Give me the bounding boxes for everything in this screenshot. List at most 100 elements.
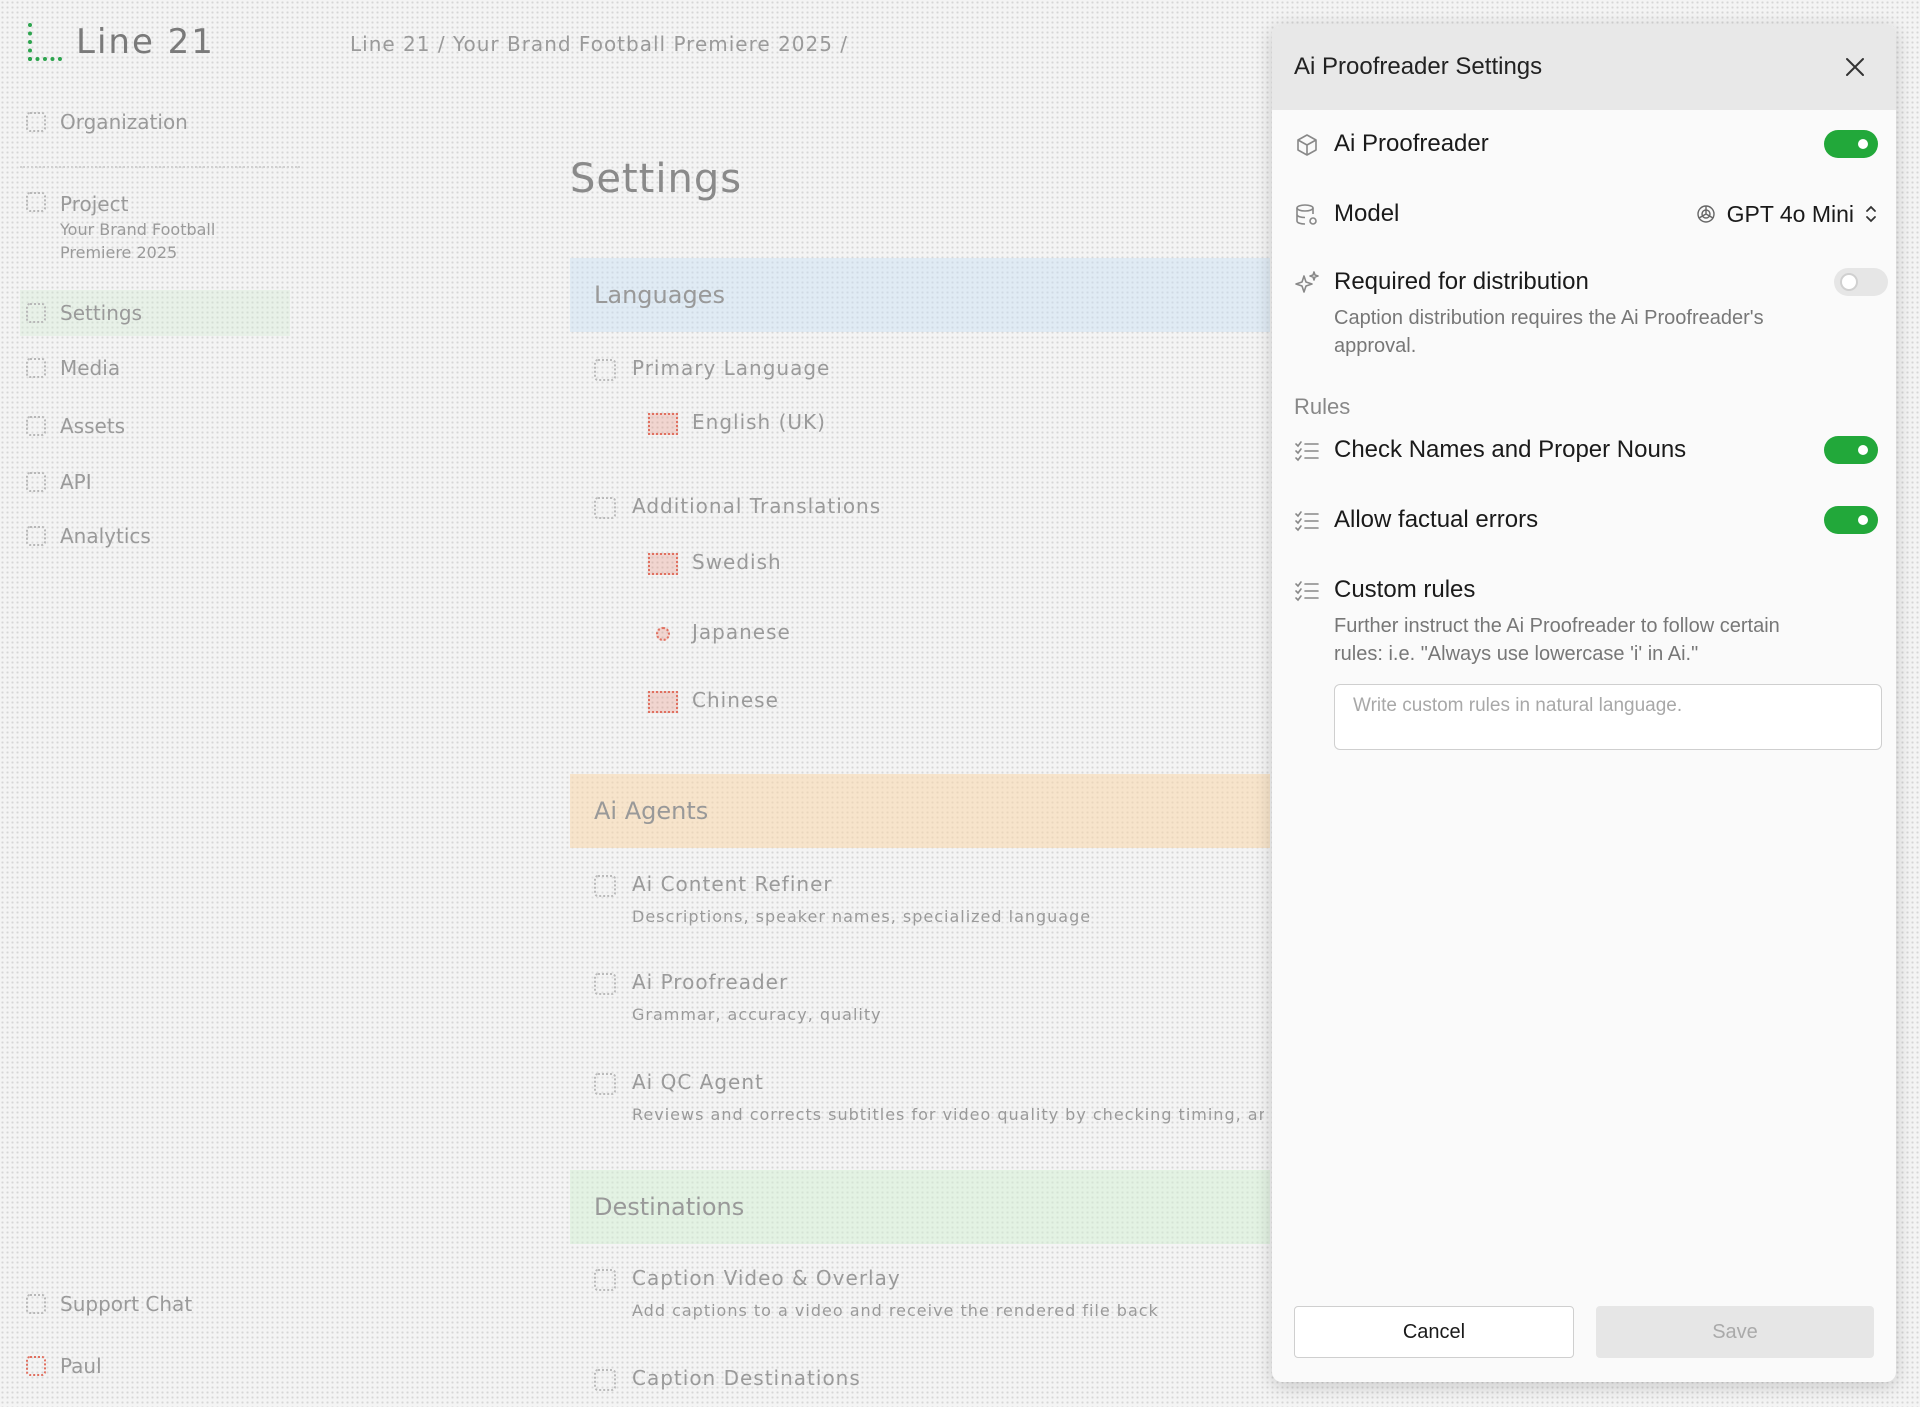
custom-rules-input[interactable] [1334,684,1882,750]
row-label: Ai Proofreader [632,970,789,994]
sidebar-item-api[interactable]: API [26,470,92,494]
section-destinations[interactable]: Destinations [570,1170,1270,1244]
page-title: Settings [570,156,743,202]
breadcrumb[interactable]: Line 21 / Your Brand Football Premiere 2… [350,32,848,56]
translation-item: Japanese [648,620,791,644]
sidebar-item-analytics[interactable]: Analytics [26,524,151,548]
dialog-header: Ai Proofreader Settings [1272,24,1896,110]
sidebar-support-chat[interactable]: Support Chat [26,1292,192,1316]
section-title: Ai Agents [594,797,709,825]
checklist-icon [1295,581,1319,602]
database-gear-icon [1296,204,1317,225]
toggle-knob [1854,511,1872,529]
save-button[interactable]: Save [1596,1306,1874,1358]
support-label: Support Chat [60,1292,193,1316]
media-icon [26,358,46,378]
section-languages[interactable]: Languages [570,258,1270,332]
code-icon [26,472,46,492]
chat-icon [26,1294,46,1314]
checklist-icon [1295,441,1319,462]
model-label: Model [1334,200,1400,227]
required-distribution-description: Caption distribution requires the Ai Pro… [1334,307,1764,357]
required-distribution-toggle[interactable] [1834,268,1888,296]
rule-label: Allow factual errors [1334,506,1539,533]
model-value: GPT 4o Mini [1726,200,1854,227]
agent-row[interactable]: Ai Content Refiner Descriptions, speaker… [594,872,1091,926]
language-label: Chinese [692,688,779,712]
checklist-icon [1295,511,1319,532]
sidebar-item-assets[interactable]: Assets [26,414,125,438]
avatar [26,1356,46,1376]
toggle-knob [1854,135,1872,153]
destination-icon [594,1268,616,1291]
destination-icon [594,1368,616,1391]
row-description: Reviews and corrects subtitles for video… [632,1104,1264,1124]
agent-icon [594,874,616,897]
sidebar-organization[interactable]: Organization [26,110,188,134]
project-icon [26,192,46,212]
close-icon [1846,58,1864,76]
agent-row[interactable]: Ai Proofreader Grammar, accuracy, qualit… [594,970,882,1024]
line21-logo-icon [28,23,62,61]
proofreader-settings-dialog: Ai Proofreader Settings Ai Proofreader M… [1272,24,1896,1382]
rule-check-names-toggle[interactable] [1824,436,1878,464]
language-label: Japanese [692,620,791,644]
dialog-title: Ai Proofreader Settings [1294,53,1543,80]
destination-row[interactable]: Caption Video & Overlay Add captions to … [594,1266,1159,1320]
row-description: Grammar, accuracy, quality [632,1004,882,1024]
primary-language-value: English (UK) [648,410,826,435]
rules-header: Rules [1294,394,1351,419]
sidebar-project[interactable]: Project Your Brand Football Premiere 202… [26,192,215,262]
file-icon [26,416,46,436]
flag-icon [656,626,670,641]
agent-icon [594,972,616,995]
section-title: Destinations [594,1193,745,1221]
rule-factual-errors-toggle[interactable] [1824,506,1878,534]
chevron-up-down-icon [1866,205,1876,223]
proofreader-label: Ai Proofreader [1334,130,1489,157]
language-label: English (UK) [692,410,826,434]
close-button[interactable] [1838,50,1872,84]
sidebar-divider [20,166,300,168]
cancel-button[interactable]: Cancel [1294,1306,1574,1358]
uk-flag-icon [648,412,678,435]
destination-row[interactable]: Caption Destinations [594,1366,861,1391]
proofreader-toggle[interactable] [1824,130,1878,158]
sidebar-user[interactable]: Paul [26,1354,102,1378]
sidebar-item-label: Settings [60,301,143,325]
row-label: Primary Language [632,356,831,380]
sparkle-icon [1295,271,1319,293]
custom-rules-description: Further instruct the Ai Proofreader to f… [1334,615,1780,665]
row-description: Add captions to a video and receive the … [632,1300,1159,1320]
sidebar-item-settings[interactable]: Settings [20,290,290,336]
sidebar-item-media[interactable]: Media [26,356,120,380]
rule-factual-errors-row: Allow factual errors [1294,506,1878,534]
rule-check-names-row: Check Names and Proper Nouns [1294,436,1878,464]
agent-icon [594,1072,616,1095]
translation-item: Swedish [648,550,782,575]
model-select[interactable]: GPT 4o Mini [1695,201,1878,228]
dialog-footer: Cancel Save [1294,1306,1874,1358]
app-logo[interactable]: Line 21 [28,22,215,62]
toggle-knob [1840,273,1858,291]
gear-icon [26,303,46,323]
section-ai-agents[interactable]: Ai Agents [570,774,1270,848]
cube-icon [1297,134,1317,156]
required-distribution-row: Required for distribution Caption distri… [1294,268,1888,360]
organization-label: Organization [60,110,188,134]
row-label: Additional Translations [632,494,882,518]
project-label: Project [60,192,129,216]
agent-row[interactable]: Ai QC Agent Reviews and corrects subtitl… [594,1070,1264,1124]
sidebar-item-label: API [60,470,92,494]
row-label: Caption Video & Overlay [632,1266,901,1290]
translate-icon [594,358,616,381]
openai-icon [1696,205,1715,223]
row-label: Ai Content Refiner [632,872,833,896]
rule-label: Check Names and Proper Nouns [1334,436,1687,463]
proofreader-row: Ai Proofreader [1294,130,1878,158]
row-description: Descriptions, speaker names, specialized… [632,906,1092,926]
sidebar-item-label: Media [60,356,121,380]
row-label: Caption Destinations [632,1366,861,1390]
model-row: Model GPT 4o Mini [1294,200,1878,228]
custom-rules-row: Custom rules Further instruct the Ai Pro… [1294,576,1878,668]
